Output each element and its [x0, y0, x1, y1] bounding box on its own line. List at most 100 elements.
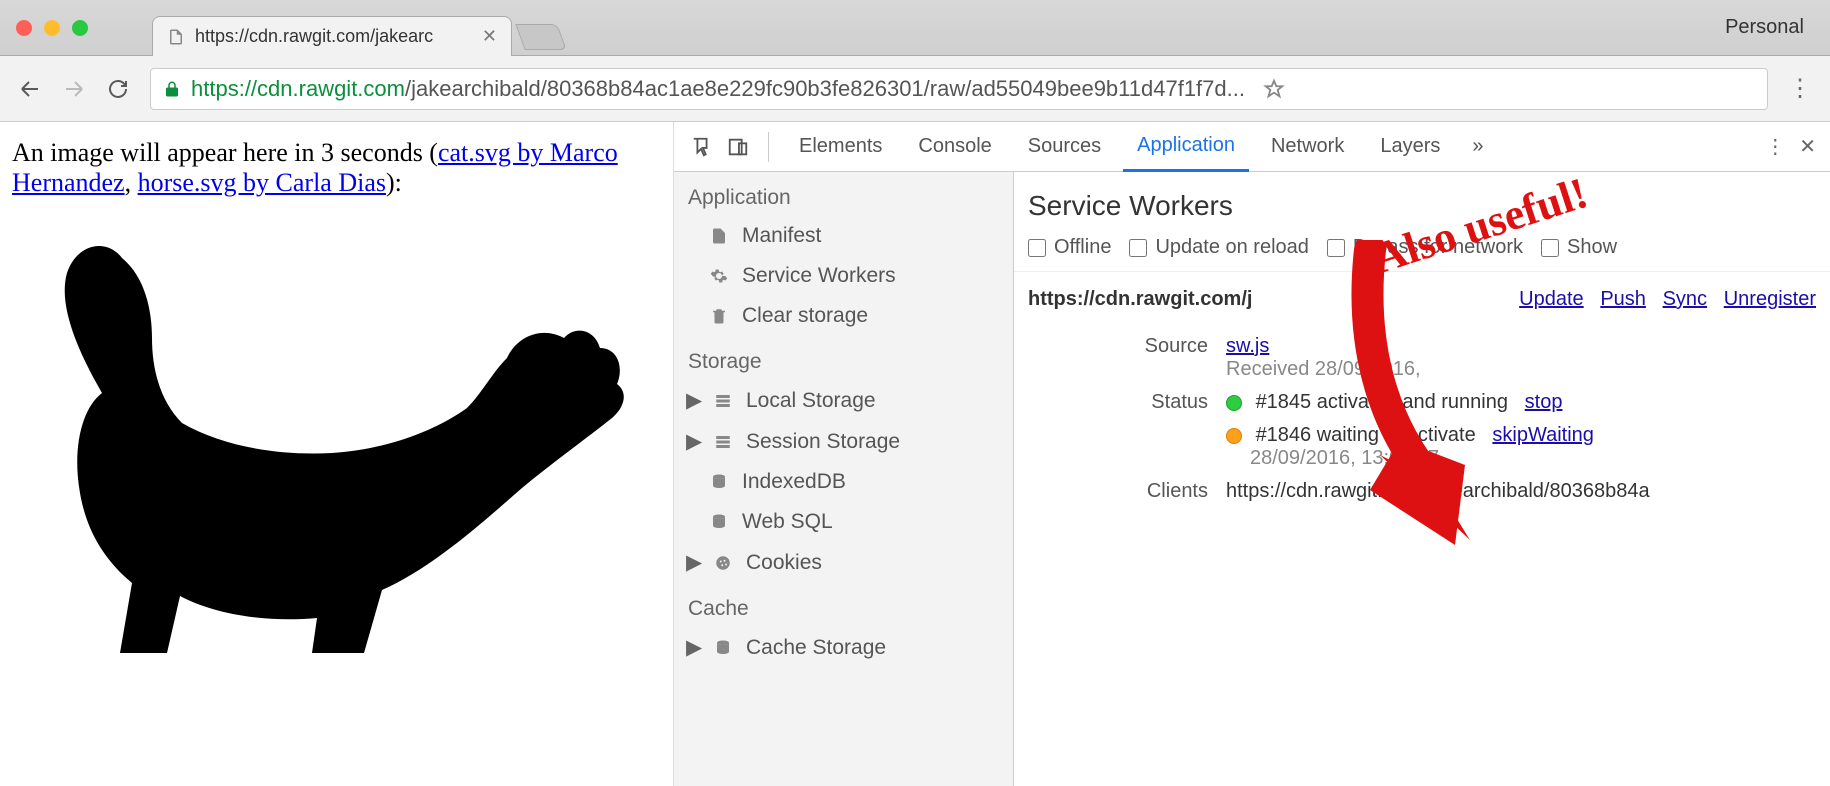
devtools-menu-button[interactable]: ⋮ [1765, 134, 1785, 159]
action-skipwaiting[interactable]: skipWaiting [1492, 424, 1594, 446]
checkbox[interactable] [1541, 239, 1559, 257]
sidebar-item-cookies[interactable]: ▶ Cookies [674, 542, 1013, 583]
sidebar-item-label: Local Storage [746, 389, 876, 413]
database-icon [712, 637, 734, 659]
tab-application[interactable]: Application [1123, 122, 1249, 172]
tab-network[interactable]: Network [1257, 123, 1358, 170]
tab-strip: https://cdn.rawgit.com/jakearc ✕ [152, 16, 562, 56]
sidebar-item-manifest[interactable]: Manifest [674, 216, 1013, 256]
new-tab-button[interactable] [515, 24, 566, 50]
application-sidebar: Application Manifest Service Workers Cle… [674, 172, 1014, 786]
link-sep: , [125, 168, 138, 197]
sidebar-item-clear-storage[interactable]: Clear storage [674, 296, 1013, 336]
chevron-right-icon: ▶ [686, 429, 700, 454]
label-status: Status [1028, 391, 1208, 414]
action-sync[interactable]: Sync [1663, 288, 1707, 310]
url-scheme: https://cdn.rawgit.com/jakearchibald/803… [191, 76, 1245, 102]
devtools-close-button[interactable]: ✕ [1799, 134, 1816, 159]
window-titlebar: https://cdn.rawgit.com/jakearc ✕ Persona… [0, 0, 1830, 56]
status-dot-green-icon [1226, 395, 1242, 411]
source-file-link[interactable]: sw.js [1226, 335, 1269, 357]
devtools-body: Application Manifest Service Workers Cle… [674, 172, 1830, 786]
cookie-icon [712, 552, 734, 574]
pane-options: Offline Update on reload Bypass for netw… [1028, 236, 1816, 259]
check-offline[interactable]: Offline [1028, 236, 1111, 259]
tab-title: https://cdn.rawgit.com/jakearc [195, 26, 433, 47]
check-label: Offline [1054, 236, 1111, 259]
check-label: Bypass for network [1353, 236, 1523, 259]
pane-header: Service Workers Offline Update on reload… [1014, 172, 1830, 272]
inspect-element-icon[interactable] [688, 133, 716, 161]
check-bypass-for-network[interactable]: Bypass for network [1327, 236, 1523, 259]
document-icon [708, 225, 730, 247]
browser-menu-button[interactable]: ⋮ [1788, 74, 1812, 103]
intro-suffix: ): [386, 168, 402, 197]
sidebar-item-session-storage[interactable]: ▶ Session Storage [674, 421, 1013, 462]
check-show-all[interactable]: Show [1541, 236, 1617, 259]
browser-toolbar: https://cdn.rawgit.com/jakearchibald/803… [0, 56, 1830, 122]
action-unregister[interactable]: Unregister [1724, 288, 1816, 310]
back-button[interactable] [18, 77, 42, 101]
sidebar-item-label: Cache Storage [746, 636, 886, 660]
forward-button[interactable] [62, 77, 86, 101]
sidebar-item-label: Service Workers [742, 264, 896, 288]
profile-label[interactable]: Personal [1725, 16, 1830, 39]
link-horse-svg[interactable]: horse.svg by Carla Dias [138, 168, 386, 197]
sw-details: https://cdn.rawgit.com/j Update Push Syn… [1014, 272, 1830, 529]
check-label: Update on reload [1155, 236, 1308, 259]
checkbox[interactable] [1129, 239, 1147, 257]
lock-icon [163, 80, 181, 98]
devtools-panel: Elements Console Sources Application Net… [674, 122, 1830, 786]
tab-layers[interactable]: Layers [1366, 123, 1454, 170]
clients-value: https://cdn.rawgit.com/jakearchibald/803… [1226, 480, 1816, 503]
database-icon [708, 471, 730, 493]
bookmark-star-icon[interactable] [1263, 78, 1285, 100]
sidebar-item-web-sql[interactable]: Web SQL [674, 502, 1013, 542]
sidebar-item-service-workers[interactable]: Service Workers [674, 256, 1013, 296]
tab-sources[interactable]: Sources [1014, 123, 1115, 170]
separator [768, 132, 769, 162]
address-bar[interactable]: https://cdn.rawgit.com/jakearchibald/803… [150, 68, 1768, 110]
status-line-waiting: #1846 waiting to activate skipWaiting 28… [1226, 424, 1816, 470]
page-icon [167, 28, 185, 46]
reload-button[interactable] [106, 77, 130, 101]
table-icon [712, 431, 734, 453]
minimize-window-button[interactable] [44, 20, 60, 36]
check-label: Show [1567, 236, 1617, 259]
tab-console[interactable]: Console [904, 123, 1005, 170]
action-stop[interactable]: stop [1525, 391, 1563, 413]
sidebar-section-storage: Storage [674, 336, 1013, 380]
tab-close-button[interactable]: ✕ [482, 26, 497, 47]
source-received: Received 28/09/2016, [1226, 358, 1421, 380]
device-toolbar-icon[interactable] [724, 133, 752, 161]
chevron-right-icon: ▶ [686, 550, 700, 575]
action-push[interactable]: Push [1600, 288, 1646, 310]
cat-silhouette-image [12, 198, 652, 678]
maximize-window-button[interactable] [72, 20, 88, 36]
sidebar-item-local-storage[interactable]: ▶ Local Storage [674, 380, 1013, 421]
chevron-right-icon: ▶ [686, 388, 700, 413]
tabs-overflow-button[interactable]: » [1462, 135, 1493, 158]
sidebar-item-label: Session Storage [746, 430, 900, 454]
sidebar-item-label: Web SQL [742, 510, 833, 534]
label-source: Source [1028, 335, 1208, 358]
gear-icon [708, 265, 730, 287]
action-update[interactable]: Update [1519, 288, 1584, 310]
devtools-tabbar: Elements Console Sources Application Net… [674, 122, 1830, 172]
check-update-on-reload[interactable]: Update on reload [1129, 236, 1308, 259]
page-text: An image will appear here in 3 seconds (… [12, 138, 661, 198]
status-text: #1845 activated and running [1256, 391, 1508, 413]
checkbox[interactable] [1327, 239, 1345, 257]
pane-title: Service Workers [1028, 190, 1816, 222]
page-viewport: An image will appear here in 3 seconds (… [0, 122, 674, 786]
checkbox[interactable] [1028, 239, 1046, 257]
close-window-button[interactable] [16, 20, 32, 36]
trash-icon [708, 305, 730, 327]
sidebar-item-cache-storage[interactable]: ▶ Cache Storage [674, 627, 1013, 668]
sidebar-item-indexeddb[interactable]: IndexedDB [674, 462, 1013, 502]
status-text: #1846 waiting to activate [1256, 424, 1476, 446]
tab-elements[interactable]: Elements [785, 123, 896, 170]
chevron-right-icon: ▶ [686, 635, 700, 660]
database-icon [708, 511, 730, 533]
browser-tab[interactable]: https://cdn.rawgit.com/jakearc ✕ [152, 16, 512, 56]
